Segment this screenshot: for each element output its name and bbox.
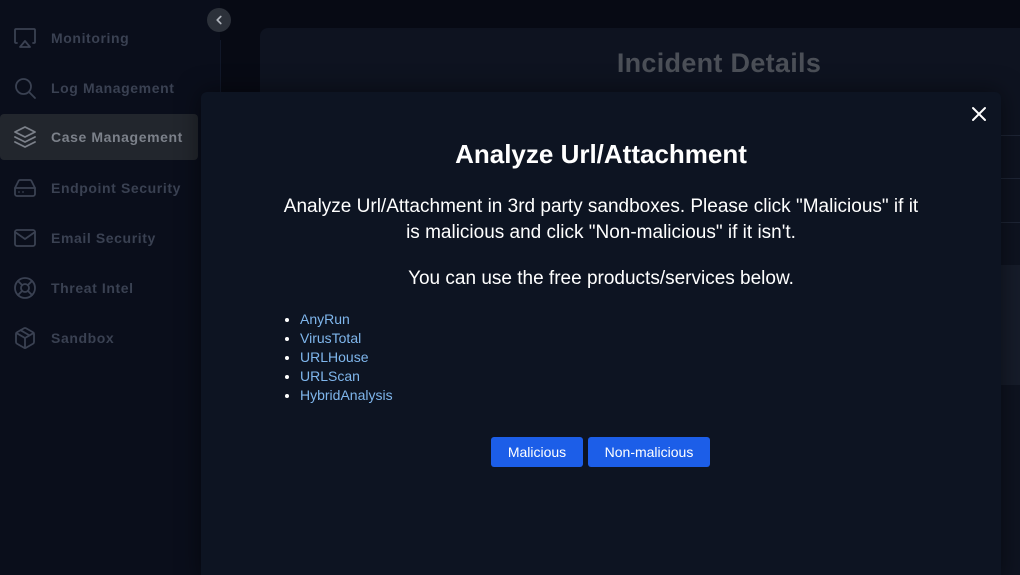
non-malicious-button[interactable]: Non-malicious (588, 437, 710, 467)
sidebar-item-label: Monitoring (51, 30, 130, 46)
sidebar-item-label: Threat Intel (51, 280, 134, 296)
box-icon (12, 325, 38, 351)
mail-icon (12, 225, 38, 251)
service-link-urlscan[interactable]: URLScan (300, 368, 360, 384)
list-item: URLScan (300, 367, 393, 386)
sidebar-item-email-security[interactable]: Email Security (0, 215, 198, 261)
divider (1000, 135, 1020, 136)
sidebar-item-label: Email Security (51, 230, 156, 246)
divider (1000, 222, 1020, 223)
sidebar-item-case-management[interactable]: Case Management (0, 114, 198, 160)
service-link-anyrun[interactable]: AnyRun (300, 311, 350, 327)
divider (1000, 178, 1020, 179)
incident-details-panel (1000, 265, 1020, 385)
app-root: Monitoring Log Management Case Managemen… (0, 0, 1020, 575)
close-icon (970, 105, 988, 123)
service-link-virustotal[interactable]: VirusTotal (300, 330, 361, 346)
sidebar: Monitoring Log Management Case Managemen… (0, 0, 220, 575)
close-button[interactable] (967, 102, 991, 126)
service-link-hybridanalysis[interactable]: HybridAnalysis (300, 387, 393, 403)
list-item: HybridAnalysis (300, 386, 393, 405)
hard-drive-icon (12, 175, 38, 201)
modal-subtext: You can use the free products/services b… (408, 268, 794, 289)
monitor-icon (12, 25, 38, 51)
list-item: VirusTotal (300, 329, 393, 348)
sidebar-item-endpoint-security[interactable]: Endpoint Security (0, 165, 198, 211)
list-item: AnyRun (300, 310, 393, 329)
layers-icon (12, 124, 38, 150)
sidebar-item-label: Endpoint Security (51, 180, 181, 196)
collapse-sidebar-button[interactable] (207, 8, 231, 32)
lifebuoy-icon (12, 275, 38, 301)
list-item: URLHouse (300, 348, 393, 367)
sidebar-item-label: Case Management (51, 129, 183, 145)
sidebar-item-monitoring[interactable]: Monitoring (0, 15, 198, 61)
malicious-button[interactable]: Malicious (491, 437, 583, 467)
service-list: AnyRun VirusTotal URLHouse URLScan Hybri… (283, 310, 393, 405)
analyze-modal: Analyze Url/Attachment Analyze Url/Attac… (201, 92, 1001, 575)
sidebar-item-log-management[interactable]: Log Management (0, 65, 198, 111)
modal-description: Analyze Url/Attachment in 3rd party sand… (283, 196, 919, 243)
modal-title: Analyze Url/Attachment (455, 139, 747, 169)
sidebar-item-label: Log Management (51, 80, 175, 96)
service-link-urlhouse[interactable]: URLHouse (300, 349, 368, 365)
sidebar-item-threat-intel[interactable]: Threat Intel (0, 265, 198, 311)
chevron-left-icon (212, 13, 226, 27)
sidebar-item-sandbox[interactable]: Sandbox (0, 315, 198, 361)
sidebar-item-label: Sandbox (51, 330, 115, 346)
page-title: Incident Details (616, 48, 822, 78)
search-icon (12, 75, 38, 101)
